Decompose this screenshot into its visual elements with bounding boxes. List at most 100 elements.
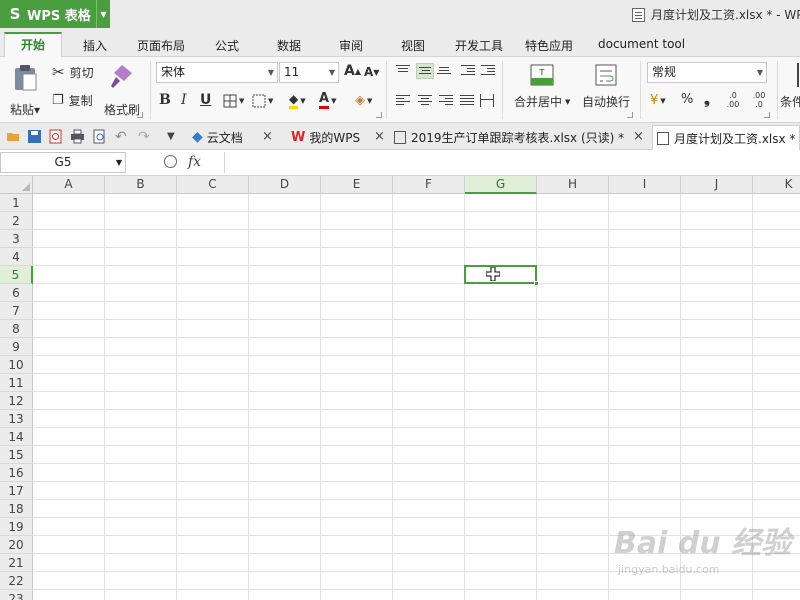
column-header-j[interactable]: J bbox=[681, 176, 753, 194]
save-icon[interactable] bbox=[27, 129, 42, 144]
paste-button[interactable]: 粘贴 ▾ bbox=[10, 101, 40, 118]
zoom-search-icon[interactable] bbox=[164, 155, 177, 168]
borders-button[interactable]: ▼ bbox=[223, 94, 244, 108]
font-color-button[interactable]: A ▼ bbox=[319, 92, 336, 109]
column-header-g[interactable]: G bbox=[465, 176, 537, 194]
conditional-format-button[interactable]: 条件 bbox=[780, 93, 800, 110]
align-top-icon[interactable] bbox=[396, 65, 410, 77]
row-header-22[interactable]: 22 bbox=[0, 572, 33, 590]
tab-home[interactable]: 开始 bbox=[4, 32, 62, 58]
doc-tab-cloud[interactable]: ◆ 云文档 bbox=[192, 127, 243, 147]
tab-insert[interactable]: 插入 bbox=[83, 37, 107, 54]
column-header-b[interactable]: B bbox=[105, 176, 177, 194]
tab-view[interactable]: 视图 bbox=[401, 37, 425, 54]
decrease-decimal-button[interactable]: .00 .0 bbox=[749, 91, 769, 109]
tab-review[interactable]: 审阅 bbox=[339, 37, 363, 54]
print-preview-icon[interactable] bbox=[92, 129, 107, 144]
number-format-select[interactable]: 常规 ▼ bbox=[647, 62, 767, 83]
undo-icon[interactable]: ↶ bbox=[115, 129, 130, 145]
merge-center-button[interactable]: 合并居中 ▼ bbox=[514, 93, 570, 110]
format-painter-button[interactable]: 格式刷 bbox=[104, 101, 140, 118]
align-center-icon[interactable] bbox=[418, 95, 432, 107]
doc-tab-mywps[interactable]: W 我的WPS bbox=[291, 127, 360, 147]
app-menu-button[interactable]: S WPS 表格 ▼ bbox=[0, 0, 110, 28]
alignment-launcher[interactable] bbox=[627, 112, 633, 118]
tab-special-apps[interactable]: 特色应用 bbox=[525, 37, 573, 54]
align-right-icon[interactable] bbox=[439, 95, 453, 107]
clipboard-launcher[interactable] bbox=[137, 112, 143, 118]
formula-input[interactable] bbox=[224, 152, 800, 173]
chevron-down-icon[interactable]: ▼ bbox=[167, 131, 182, 146]
increase-indent-icon[interactable] bbox=[481, 65, 495, 77]
wrap-text-icon[interactable] bbox=[593, 63, 619, 87]
row-header-15[interactable]: 15 bbox=[0, 446, 33, 464]
insert-function-button[interactable]: fx bbox=[188, 154, 201, 170]
column-header-c[interactable]: C bbox=[177, 176, 249, 194]
row-header-23[interactable]: 23 bbox=[0, 590, 33, 600]
row-header-2[interactable]: 2 bbox=[0, 212, 33, 230]
decrease-indent-icon[interactable] bbox=[461, 65, 475, 77]
close-icon[interactable]: × bbox=[374, 129, 385, 144]
font-name-select[interactable]: 宋体 ▼ bbox=[156, 62, 278, 83]
format-painter-icon[interactable] bbox=[108, 61, 136, 91]
chevron-down-icon[interactable]: ▼ bbox=[96, 0, 110, 28]
row-header-4[interactable]: 4 bbox=[0, 248, 33, 266]
italic-button[interactable]: I bbox=[181, 92, 187, 108]
fill-color-button[interactable]: ◆ ▼ bbox=[289, 93, 306, 109]
row-header-7[interactable]: 7 bbox=[0, 302, 33, 320]
increase-decimal-button[interactable]: .0 .00 bbox=[723, 91, 743, 109]
close-icon[interactable]: × bbox=[262, 129, 273, 144]
wrap-text-button[interactable]: 自动换行 bbox=[582, 93, 630, 110]
percent-button[interactable]: % bbox=[681, 92, 693, 107]
row-header-19[interactable]: 19 bbox=[0, 518, 33, 536]
cut-button[interactable]: ✂ 剪切 bbox=[52, 63, 94, 81]
row-header-14[interactable]: 14 bbox=[0, 428, 33, 446]
font-size-select[interactable]: 11 ▼ bbox=[279, 62, 339, 83]
print-icon[interactable] bbox=[70, 129, 85, 144]
bold-button[interactable]: B bbox=[159, 92, 171, 108]
row-header-20[interactable]: 20 bbox=[0, 536, 33, 554]
open-folder-icon[interactable] bbox=[6, 129, 21, 144]
redo-icon[interactable]: ↷ bbox=[138, 129, 153, 145]
tab-page-layout[interactable]: 页面布局 bbox=[137, 37, 185, 54]
align-left-icon[interactable] bbox=[396, 95, 410, 107]
row-header-8[interactable]: 8 bbox=[0, 320, 33, 338]
copy-button[interactable]: ❐ 复制 bbox=[52, 92, 93, 109]
row-header-17[interactable]: 17 bbox=[0, 482, 33, 500]
row-header-10[interactable]: 10 bbox=[0, 356, 33, 374]
name-box[interactable]: G5 ▼ bbox=[0, 152, 126, 173]
selected-cell[interactable] bbox=[464, 265, 539, 286]
row-header-5[interactable]: 5 bbox=[0, 266, 33, 284]
doc-tab-monthly-plan[interactable]: 月度计划及工资.xlsx * bbox=[652, 125, 800, 150]
comma-button[interactable]: ❟ bbox=[704, 90, 710, 108]
tab-document-tool[interactable]: document tool bbox=[598, 37, 685, 51]
underline-button[interactable]: U bbox=[200, 92, 211, 108]
distributed-icon[interactable] bbox=[480, 94, 494, 107]
column-header-h[interactable]: H bbox=[537, 176, 609, 194]
row-header-1[interactable]: 1 bbox=[0, 194, 33, 212]
column-header-k[interactable]: K bbox=[753, 176, 800, 194]
column-header-e[interactable]: E bbox=[321, 176, 393, 194]
decrease-font-icon[interactable]: A ▼ bbox=[364, 65, 379, 79]
tab-data[interactable]: 数据 bbox=[277, 37, 301, 54]
column-header-f[interactable]: F bbox=[393, 176, 465, 194]
column-header-i[interactable]: I bbox=[609, 176, 681, 194]
column-header-a[interactable]: A bbox=[33, 176, 105, 194]
font-launcher[interactable] bbox=[376, 112, 382, 118]
tab-formulas[interactable]: 公式 bbox=[215, 37, 239, 54]
doc-tab-production-order[interactable]: 2019生产订单跟踪考核表.xlsx (只读) * bbox=[394, 127, 624, 147]
row-header-3[interactable]: 3 bbox=[0, 230, 33, 248]
tab-developer[interactable]: 开发工具 bbox=[455, 37, 503, 54]
merge-center-icon[interactable]: T bbox=[529, 63, 555, 87]
fill-handle[interactable] bbox=[534, 281, 539, 286]
column-header-d[interactable]: D bbox=[249, 176, 321, 194]
align-bottom-icon[interactable] bbox=[437, 67, 451, 79]
row-header-12[interactable]: 12 bbox=[0, 392, 33, 410]
row-header-13[interactable]: 13 bbox=[0, 410, 33, 428]
close-icon[interactable]: × bbox=[633, 129, 644, 144]
export-pdf-icon[interactable] bbox=[48, 129, 63, 144]
align-middle-icon[interactable] bbox=[416, 63, 434, 79]
currency-button[interactable]: ¥ ▼ bbox=[650, 93, 666, 108]
justify-icon[interactable] bbox=[460, 95, 474, 107]
select-all-corner[interactable] bbox=[0, 176, 33, 194]
